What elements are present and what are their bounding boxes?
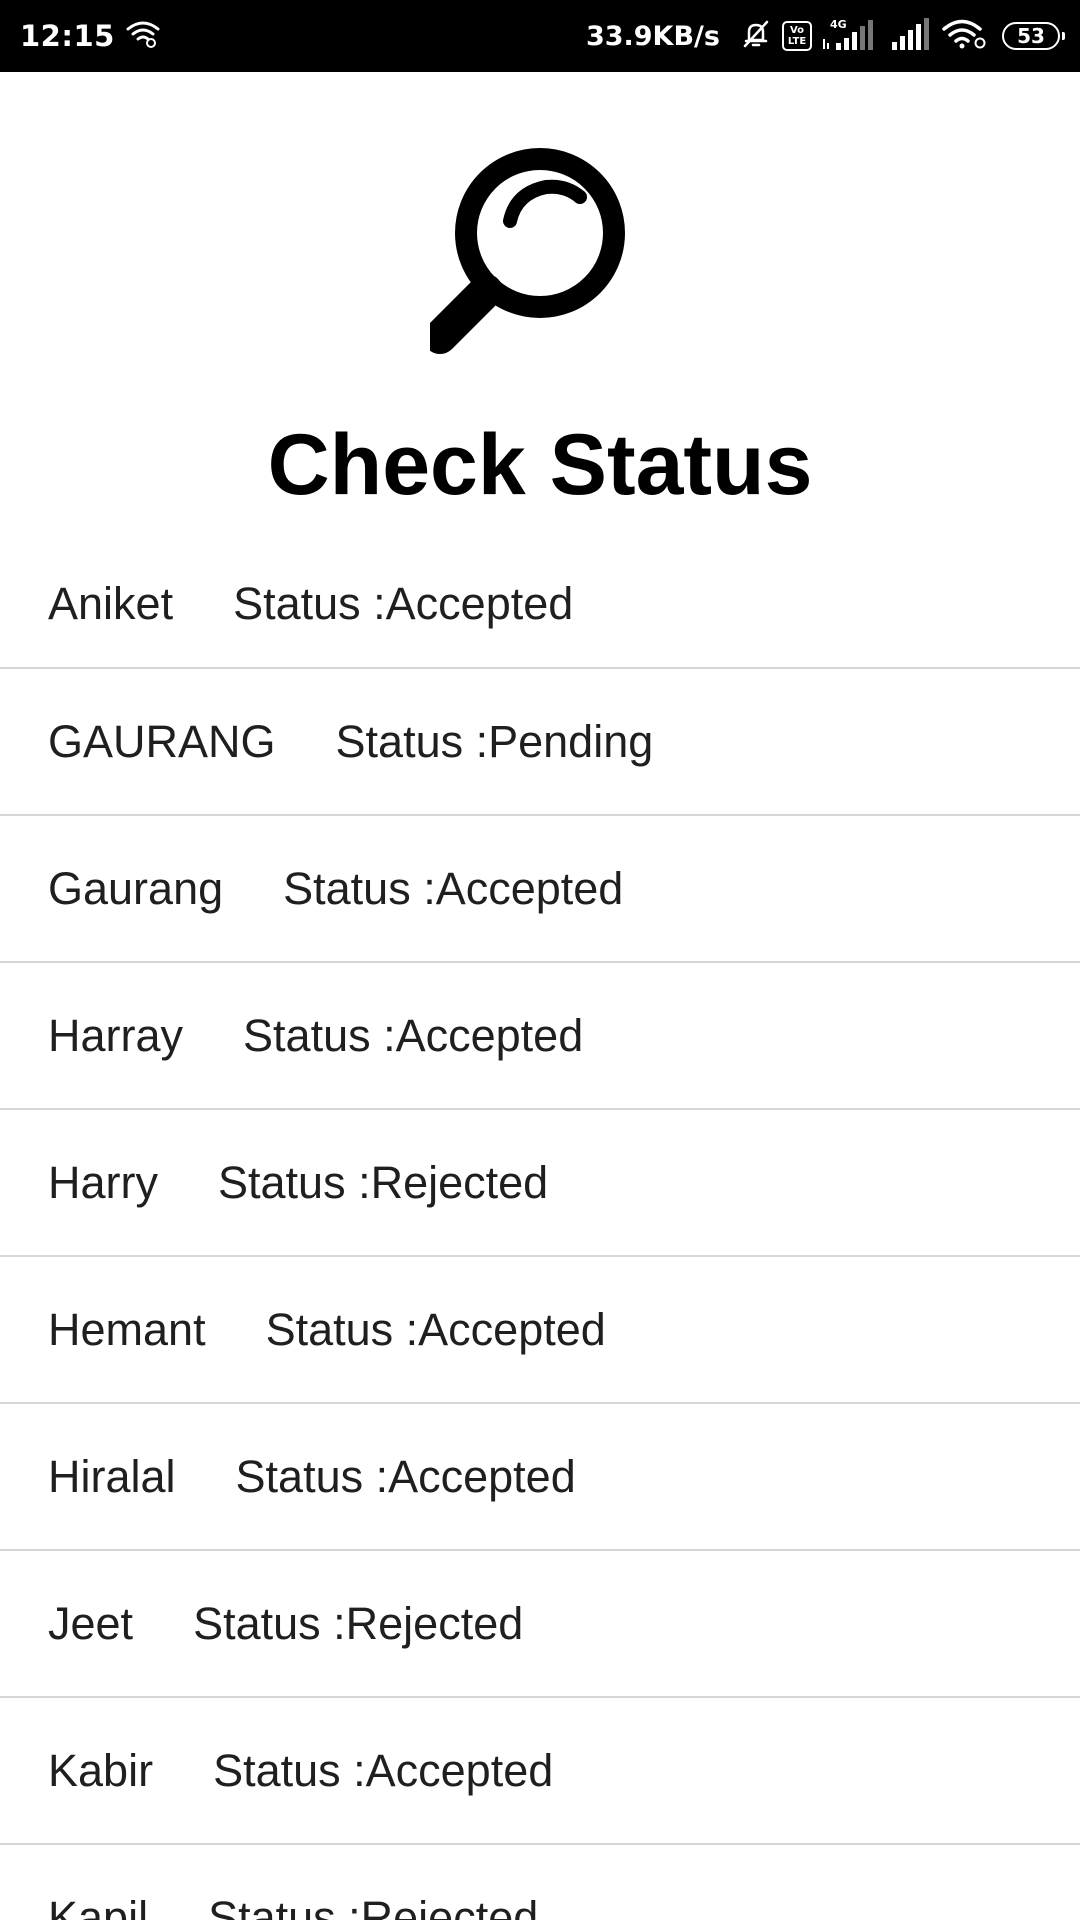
battery-icon: 53	[1002, 22, 1065, 50]
volte-icon: Vo LTE	[782, 21, 812, 51]
status-text: Status :Rejected	[218, 1156, 549, 1208]
signal-icon	[890, 18, 930, 54]
applicant-name: GAURANG	[48, 715, 276, 767]
signal-4g-icon: 4G	[822, 17, 880, 55]
list-item[interactable]: Hemant Status :Accepted	[0, 1257, 1080, 1404]
list-item[interactable]: GAURANG Status :Pending	[0, 669, 1080, 816]
status-text: Status :Accepted	[233, 577, 574, 629]
status-bar: 12:15 33.9KB/s Vo LTE 4G 53	[0, 0, 1080, 72]
list-item[interactable]: Aniket Status :Accepted	[0, 540, 1080, 669]
status-bar-left: 12:15	[20, 19, 161, 53]
applicant-name: Hemant	[48, 1303, 206, 1355]
app-screen: 12:15 33.9KB/s Vo LTE 4G 53 Check Status…	[0, 0, 1080, 1920]
clock: 12:15	[20, 19, 115, 53]
applicant-name: Hiralal	[48, 1450, 176, 1502]
wifi-hotspot-icon	[125, 19, 161, 53]
list-item[interactable]: Jeet Status :Rejected	[0, 1551, 1080, 1698]
list-item[interactable]: Hiralal Status :Accepted	[0, 1404, 1080, 1551]
applicant-name: Gaurang	[48, 862, 224, 914]
status-bar-right: 33.9KB/s Vo LTE 4G 53	[585, 17, 1065, 55]
applicant-name: Jeet	[48, 1597, 134, 1649]
battery-level: 53	[1017, 24, 1045, 48]
status-text: Status :Accepted	[235, 1450, 576, 1502]
status-text: Status :Pending	[335, 715, 654, 767]
volte-label-bottom: LTE	[787, 36, 807, 47]
search-icon	[423, 145, 650, 365]
applicant-name: Kapil	[48, 1891, 149, 1920]
status-text: Status :Accepted	[283, 862, 624, 914]
status-text: Status :Rejected	[193, 1597, 524, 1649]
status-list[interactable]: Aniket Status :Accepted GAURANG Status :…	[0, 540, 1080, 1920]
mute-bell-icon	[740, 18, 772, 54]
network-type-label: 4G	[830, 18, 847, 31]
list-item[interactable]: Kabir Status :Accepted	[0, 1698, 1080, 1845]
list-item[interactable]: Kapil Status :Rejected	[0, 1845, 1080, 1920]
applicant-name: Harry	[48, 1156, 158, 1208]
wifi-icon	[940, 18, 988, 54]
status-text: Status :Accepted	[243, 1009, 584, 1061]
list-item[interactable]: Gaurang Status :Accepted	[0, 816, 1080, 963]
applicant-name: Harray	[48, 1009, 184, 1061]
status-text: Status :Accepted	[213, 1744, 554, 1796]
list-item[interactable]: Harry Status :Rejected	[0, 1110, 1080, 1257]
applicant-name: Kabir	[48, 1744, 154, 1796]
status-text: Status :Rejected	[208, 1891, 539, 1920]
applicant-name: Aniket	[48, 577, 174, 629]
network-speed: 33.9KB/s	[585, 20, 720, 52]
page-title: Check Status	[267, 417, 813, 513]
volte-label-top: Vo	[789, 25, 805, 36]
list-item[interactable]: Harray Status :Accepted	[0, 963, 1080, 1110]
status-text: Status :Accepted	[265, 1303, 606, 1355]
